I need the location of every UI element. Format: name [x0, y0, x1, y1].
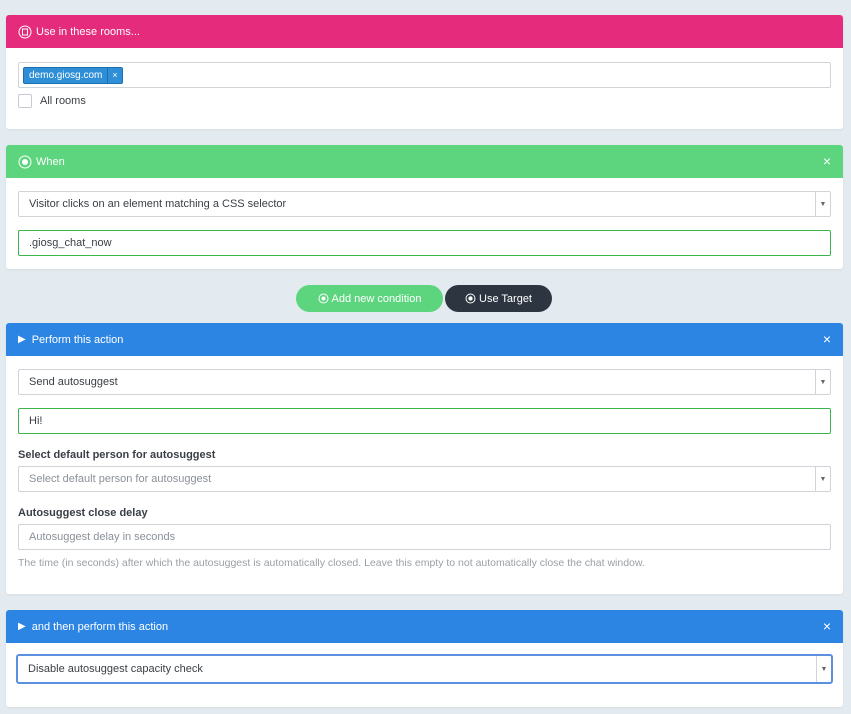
person-label: Select default person for autosuggest	[18, 449, 216, 461]
use-target-label: Use Target	[479, 292, 532, 305]
action-title: Perform this action	[31, 333, 124, 346]
css-selector-input[interactable]: .giosg_chat_now	[18, 230, 831, 256]
then-action-title: and then perform this action	[31, 620, 169, 633]
target-icon	[18, 155, 32, 169]
room-tag: demo.giosg.com ×	[23, 66, 123, 84]
play-icon: ▶	[18, 334, 26, 345]
when-header: When ×	[6, 145, 843, 178]
delay-label: Autosuggest close delay	[18, 507, 148, 519]
delay-input-placeholder: Autosuggest delay in seconds	[29, 531, 176, 543]
trigger-select[interactable]: Visitor clicks on an element matching a …	[18, 191, 831, 217]
css-selector-value: .giosg_chat_now	[29, 237, 112, 249]
delay-help-text: The time (in seconds) after which the au…	[18, 557, 645, 569]
autosuggest-message-input[interactable]: Hi!	[18, 408, 831, 434]
person-select-placeholder: Select default person for autosuggest	[29, 473, 212, 485]
room-tag-label: demo.giosg.com	[29, 69, 103, 81]
when-card: When × Visitor clicks on an element matc…	[6, 145, 843, 269]
rooms-icon	[18, 25, 32, 39]
autosuggest-message-value: Hi!	[29, 415, 43, 427]
rooms-tag-input[interactable]: demo.giosg.com ×	[18, 62, 831, 88]
then-action-card: ▶ and then perform this action × Disable…	[6, 610, 843, 707]
trigger-select-value: Visitor clicks on an element matching a …	[29, 198, 287, 210]
person-select[interactable]: Select default person for autosuggest ▼	[18, 466, 831, 492]
then-action-select-value: Disable autosuggest capacity check	[28, 663, 203, 675]
chevron-down-icon: ▼	[815, 370, 830, 394]
rooms-card: Use in these rooms... demo.giosg.com × A…	[6, 15, 843, 129]
add-condition-button[interactable]: Add new condition	[296, 285, 443, 312]
action-select[interactable]: Send autosuggest ▼	[18, 369, 831, 395]
use-target-button[interactable]: Use Target	[445, 285, 552, 312]
use-target-icon	[465, 293, 476, 304]
delay-input[interactable]: Autosuggest delay in seconds	[18, 524, 831, 550]
chevron-down-icon: ▼	[815, 192, 830, 216]
chevron-down-icon: ▼	[816, 656, 831, 682]
then-action-header: ▶ and then perform this action ×	[6, 610, 843, 643]
action-select-value: Send autosuggest	[29, 376, 118, 388]
when-close-button[interactable]: ×	[823, 153, 831, 169]
play-icon: ▶	[18, 621, 26, 632]
all-rooms-checkbox[interactable]	[18, 94, 32, 108]
add-condition-label: Add new condition	[331, 292, 422, 305]
action-close-button[interactable]: ×	[823, 331, 831, 347]
then-action-select[interactable]: Disable autosuggest capacity check ▼	[16, 654, 833, 684]
rooms-title: Use in these rooms...	[36, 25, 140, 38]
action-header: ▶ Perform this action ×	[6, 323, 843, 356]
room-tag-remove-button[interactable]: ×	[107, 67, 121, 83]
chevron-down-icon: ▼	[815, 467, 830, 491]
add-condition-icon	[318, 293, 329, 304]
all-rooms-label: All rooms	[40, 95, 86, 107]
all-rooms-row: All rooms	[18, 94, 86, 108]
when-title: When	[36, 155, 65, 168]
rooms-header: Use in these rooms...	[6, 15, 843, 48]
then-action-close-button[interactable]: ×	[823, 618, 831, 634]
action-card: ▶ Perform this action × Send autosuggest…	[6, 323, 843, 594]
